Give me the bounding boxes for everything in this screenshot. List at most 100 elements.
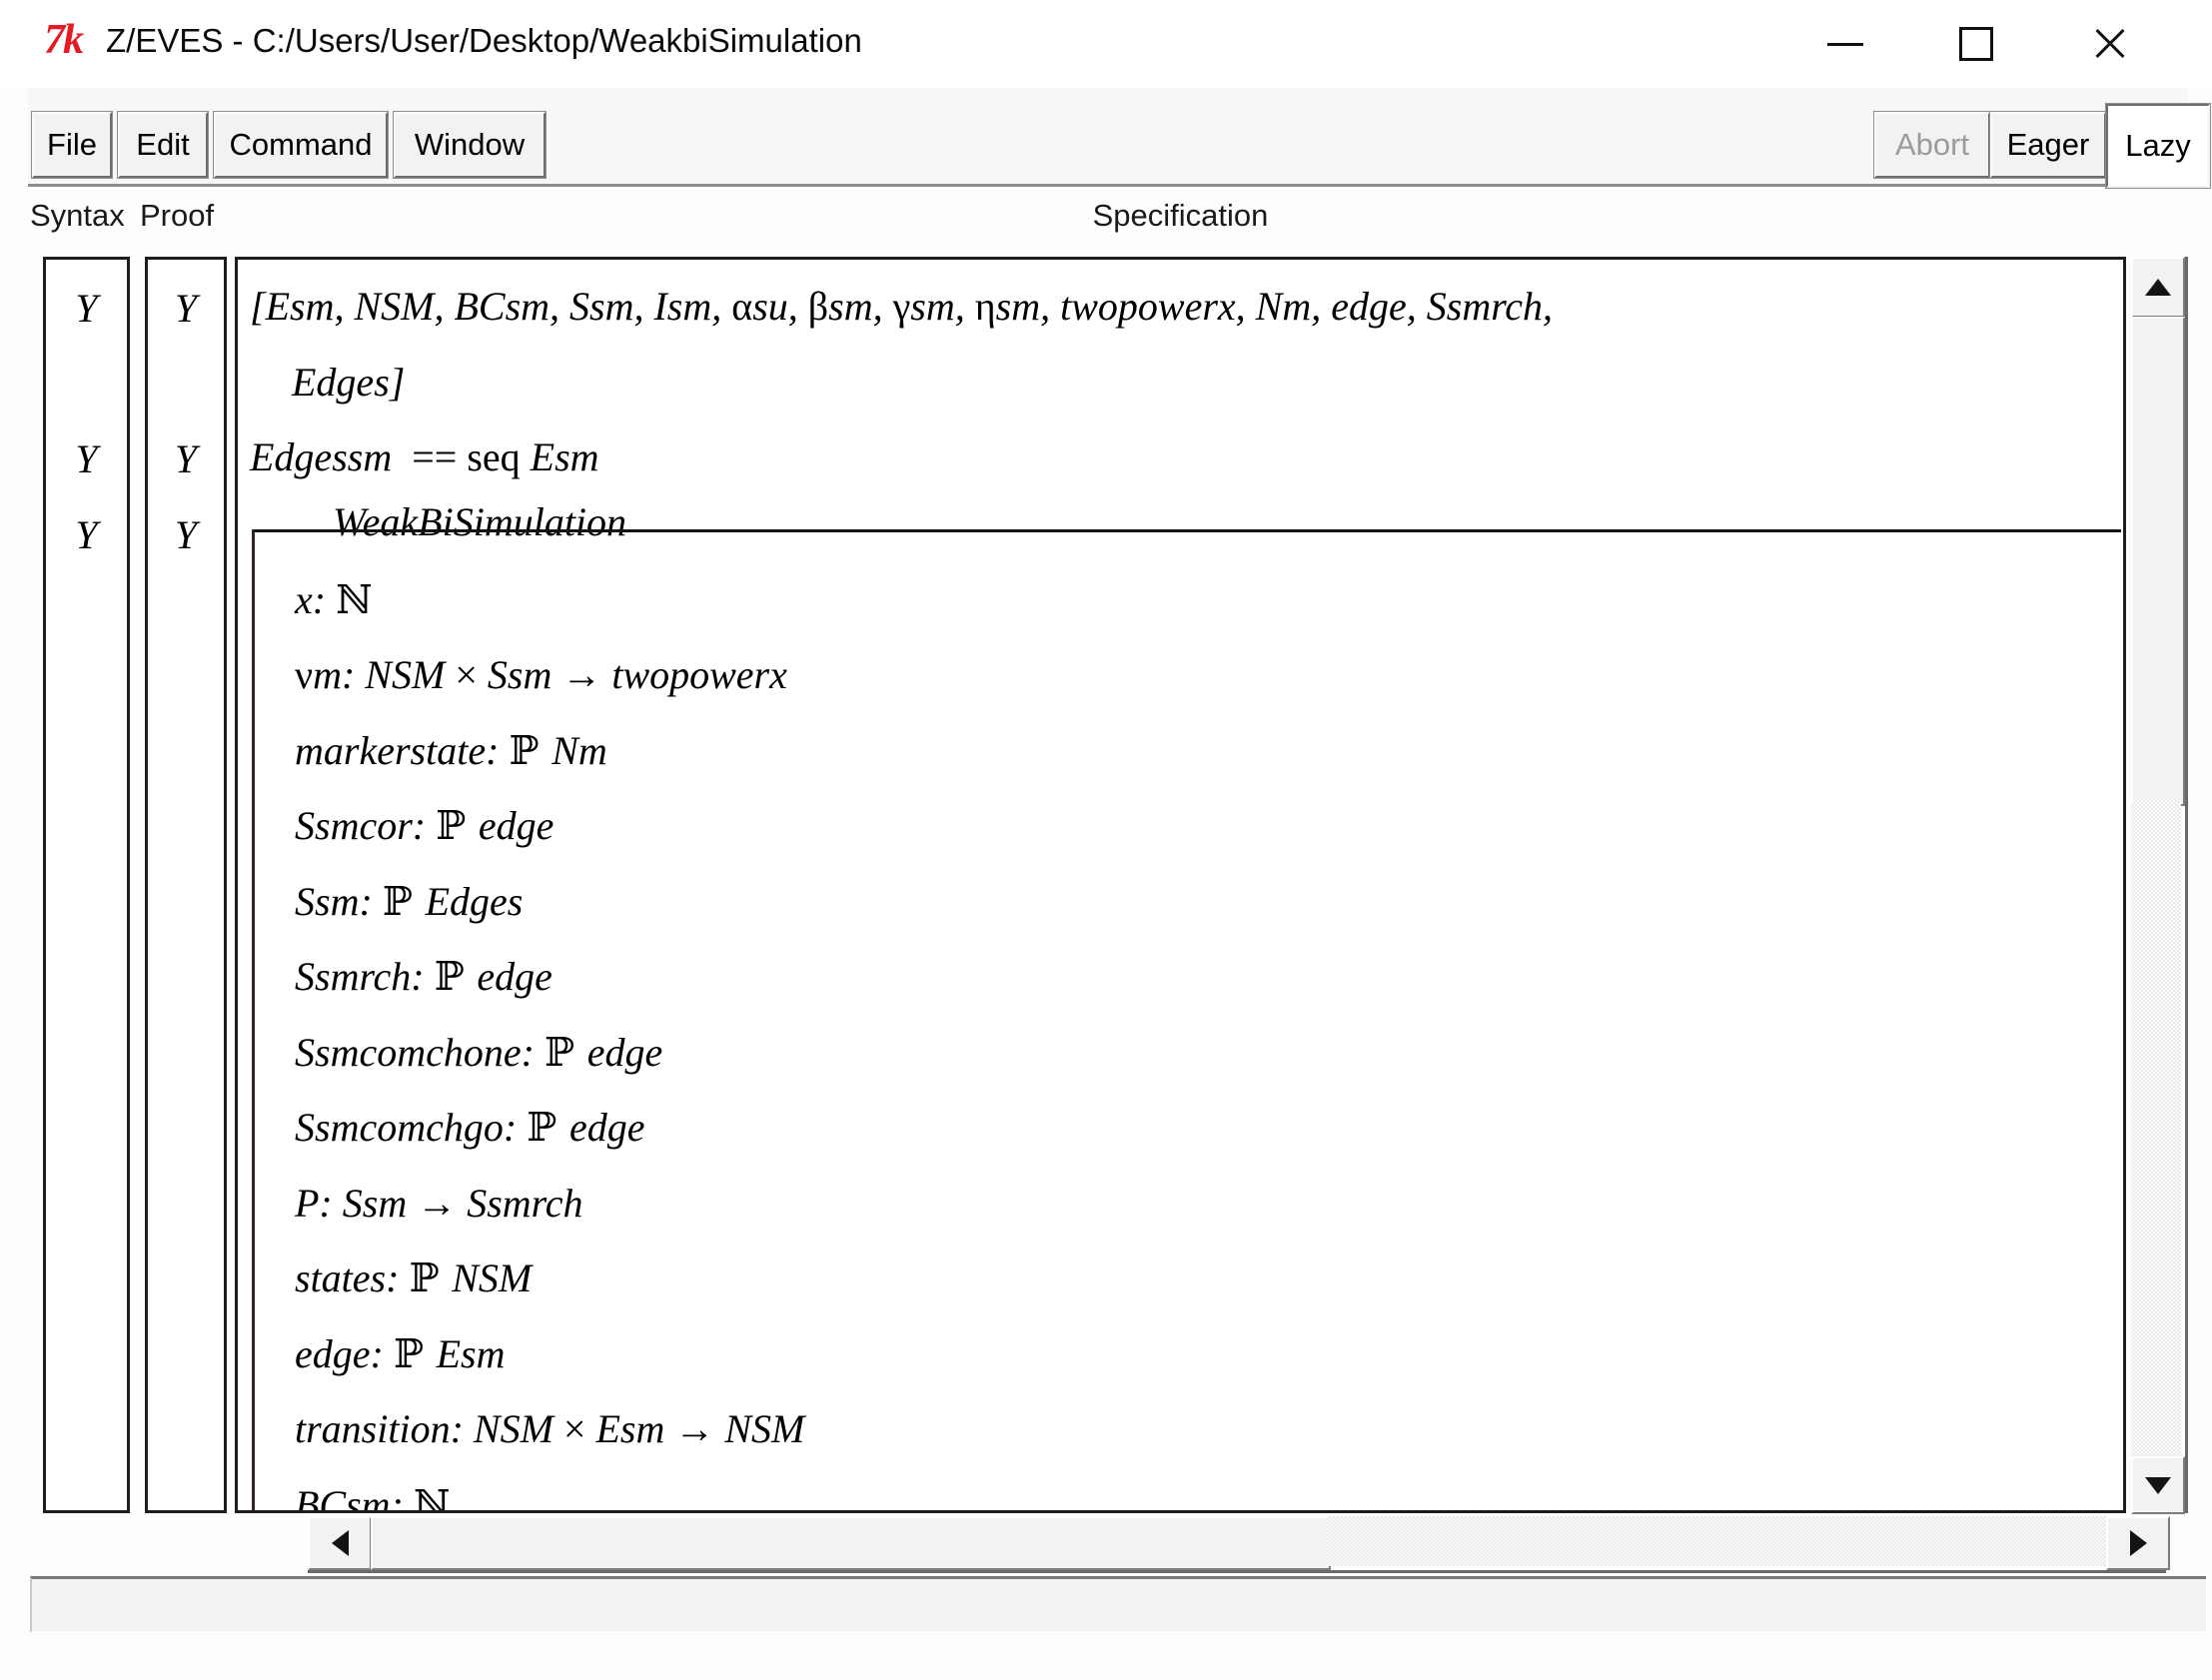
proof-status: Y bbox=[148, 511, 224, 558]
proof-status: Y bbox=[148, 435, 224, 482]
proof-status-panel[interactable]: YYY bbox=[145, 257, 227, 1513]
syntax-column-header: Syntax bbox=[30, 198, 125, 234]
z-text-segment: ℙ bbox=[436, 803, 479, 849]
scroll-right-button[interactable] bbox=[2106, 1516, 2170, 1570]
z-text-segment: Edgessm bbox=[250, 434, 402, 479]
spec-paragraph-line: Edges] bbox=[292, 359, 405, 406]
scroll-down-button[interactable] bbox=[2131, 1456, 2185, 1514]
schema-declaration: states: ℙ NSM bbox=[295, 1255, 532, 1301]
z-text-segment: ℙ bbox=[509, 728, 552, 774]
z-text-segment: Ssmcor: bbox=[295, 803, 436, 848]
spec-paragraph-line: Edgessm == seq Esm bbox=[250, 433, 599, 480]
horizontal-scroll-trough[interactable] bbox=[1327, 1516, 2106, 1566]
z-text-segment: edge bbox=[587, 1030, 663, 1075]
syntax-status-panel[interactable]: YYY bbox=[43, 257, 130, 1513]
syntax-status: Y bbox=[46, 435, 127, 482]
z-text-segment: m: NSM bbox=[313, 652, 455, 697]
z-text-segment: states: bbox=[295, 1256, 409, 1300]
lazy-button[interactable]: Lazy bbox=[2106, 104, 2210, 188]
z-text-segment: WeakBiSimulation bbox=[333, 499, 626, 544]
z-text-segment: ℙ bbox=[435, 954, 478, 1000]
z-text-segment: ℙ bbox=[527, 1105, 569, 1151]
schema-declaration: edge: ℙ Esm bbox=[295, 1330, 506, 1377]
schema-declaration: P: Ssm → Ssmrch bbox=[295, 1180, 583, 1227]
z-text-segment: ℕ bbox=[336, 577, 373, 623]
schema-declaration: BCsm: ℕ bbox=[295, 1481, 450, 1514]
z-text-segment: NSM bbox=[724, 1406, 804, 1451]
z-text-segment: γ bbox=[893, 284, 911, 329]
z-text-segment: sm, bbox=[828, 284, 892, 329]
z-text-segment: BCsm: bbox=[295, 1482, 414, 1514]
z-text-segment: Ssm bbox=[488, 652, 561, 697]
z-text-segment: ℙ bbox=[394, 1331, 437, 1377]
z-text-segment: ℙ bbox=[545, 1030, 587, 1076]
z-text-segment: ℙ bbox=[383, 879, 426, 925]
schema-declaration: x: ℕ bbox=[295, 576, 373, 623]
schema-left-rule bbox=[252, 529, 255, 1511]
window-title: Z/EVES - C:/Users/User/Desktop/WeakbiSim… bbox=[106, 22, 862, 60]
horizontal-scrollbar[interactable] bbox=[308, 1516, 2166, 1573]
menu-command[interactable]: Command bbox=[214, 112, 388, 178]
z-text-segment: Esm bbox=[595, 1406, 674, 1451]
maximize-button[interactable] bbox=[1936, 0, 2016, 88]
z-text-segment: α bbox=[731, 284, 752, 329]
proof-status: Y bbox=[148, 285, 224, 332]
schema-declaration: Ssm: ℙ Edges bbox=[295, 878, 523, 925]
schema-name: WeakBiSimulation bbox=[333, 498, 626, 545]
specification-panel[interactable]: [Esm, NSM, BCsm, Ssm, Ism, αsu, βsm, γsm… bbox=[235, 257, 2126, 1513]
scroll-up-button[interactable] bbox=[2131, 257, 2185, 318]
z-text-segment: Nm bbox=[552, 728, 607, 773]
menu-window[interactable]: Window bbox=[394, 112, 546, 178]
schema-top-rule bbox=[252, 529, 2121, 532]
menu-file[interactable]: File bbox=[32, 112, 112, 178]
tk-app-icon: 7k bbox=[44, 16, 82, 64]
abort-button: Abort bbox=[1874, 112, 1990, 178]
syntax-status: Y bbox=[46, 511, 127, 558]
z-text-segment: → bbox=[674, 1406, 724, 1451]
z-text-segment: η bbox=[975, 284, 996, 329]
z-text-segment: edge bbox=[569, 1105, 645, 1150]
menubar: File Edit Command Window Abort Eager Laz… bbox=[28, 88, 2188, 187]
close-icon bbox=[2092, 26, 2128, 62]
eager-button[interactable]: Eager bbox=[1990, 112, 2106, 178]
vertical-scroll-thumb[interactable] bbox=[2131, 317, 2185, 806]
status-bar bbox=[30, 1576, 2206, 1633]
z-text-segment: Edges bbox=[426, 879, 524, 924]
horizontal-scroll-thumb[interactable] bbox=[371, 1516, 1331, 1570]
z-text-segment: twopowerx bbox=[611, 652, 787, 697]
z-text-segment: → bbox=[417, 1181, 467, 1226]
z-text-segment: transition: NSM bbox=[295, 1406, 563, 1451]
z-text-segment: seq bbox=[467, 434, 530, 479]
z-text-segment: sm, bbox=[910, 284, 974, 329]
arrow-up-icon bbox=[2145, 279, 2171, 296]
minimize-icon bbox=[1827, 43, 1863, 46]
z-text-segment: == bbox=[402, 434, 467, 479]
menu-edit[interactable]: Edit bbox=[118, 112, 208, 178]
z-text-segment: ℕ bbox=[414, 1482, 451, 1514]
z-text-segment: x: bbox=[295, 577, 336, 622]
z-text-segment: Ssmrch bbox=[467, 1181, 582, 1226]
z-text-segment: P: Ssm bbox=[295, 1181, 417, 1226]
z-text-segment: × bbox=[563, 1406, 596, 1451]
scroll-left-button[interactable] bbox=[308, 1516, 372, 1570]
z-text-segment: Esm bbox=[437, 1331, 506, 1376]
zeves-window: 7k Z/EVES - C:/Users/User/Desktop/Weakbi… bbox=[0, 0, 2212, 1680]
vertical-scrollbar[interactable] bbox=[2131, 257, 2188, 1513]
schema-declaration: νm: NSM × Ssm → twopowerx bbox=[295, 651, 787, 698]
z-text-segment: edge: bbox=[295, 1331, 394, 1376]
close-button[interactable] bbox=[2070, 0, 2150, 88]
z-text-segment: [Esm, NSM, BCsm, Ssm, Ism, bbox=[250, 284, 731, 329]
schema-declaration: Ssmrch: ℙ edge bbox=[295, 953, 553, 1000]
vertical-scroll-trough[interactable] bbox=[2131, 802, 2181, 1456]
z-text-segment: Ssm: bbox=[295, 879, 383, 924]
schema-declaration: Ssmcomchgo: ℙ edge bbox=[295, 1104, 644, 1151]
syntax-status: Y bbox=[46, 285, 127, 332]
z-text-segment: ℙ bbox=[409, 1256, 452, 1301]
minimize-button[interactable] bbox=[1805, 0, 1885, 88]
schema-declaration: Ssmcor: ℙ edge bbox=[295, 802, 553, 849]
z-text-segment: × bbox=[455, 652, 488, 697]
z-text-segment: markerstate: bbox=[295, 728, 509, 773]
z-text-segment: su, bbox=[752, 284, 808, 329]
z-text-segment: Ssmrch: bbox=[295, 954, 435, 999]
z-text-segment: NSM bbox=[452, 1256, 532, 1300]
